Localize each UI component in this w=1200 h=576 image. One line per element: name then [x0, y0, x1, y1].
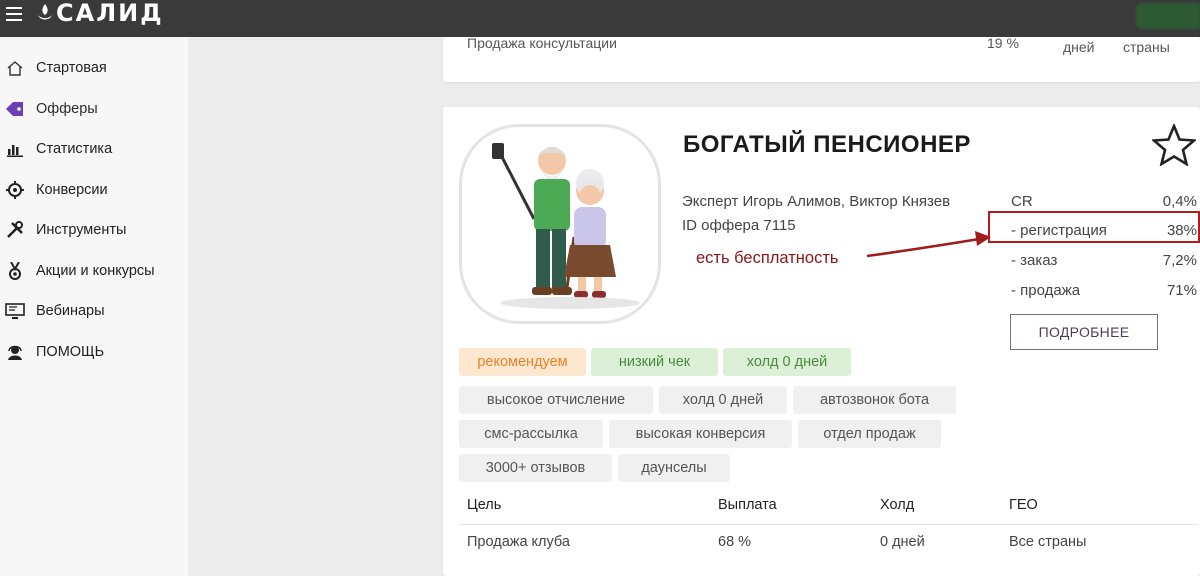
- stat-label: CR: [1011, 193, 1033, 210]
- stat-label: - регистрация: [1011, 222, 1107, 239]
- sidebar-item-statistics[interactable]: Статистика: [0, 131, 188, 167]
- top-right-button[interactable]: [1136, 3, 1200, 29]
- table-divider: [459, 524, 1198, 525]
- stat-value: 38%: [1166, 222, 1197, 239]
- sidebar-item-label: Стартовая: [36, 60, 107, 76]
- sidebar-item-label: Конверсии: [36, 182, 108, 198]
- table-cell-hold: 0 дней: [880, 534, 925, 550]
- logo-text: САЛИД: [56, 0, 164, 27]
- stat-label: - заказ: [1011, 252, 1058, 269]
- prev-hold: дней: [1063, 39, 1095, 55]
- offer-experts: Эксперт Игорь Алимов, Виктор Князев: [682, 193, 951, 210]
- sidebar-item-start[interactable]: Стартовая: [0, 50, 188, 86]
- sidebar-item-webinars[interactable]: Вебинары: [0, 293, 188, 329]
- sidebar-item-help[interactable]: ПОМОЩЬ: [0, 334, 188, 370]
- sidebar-item-label: Вебинары: [36, 303, 105, 319]
- offer-title[interactable]: БОГАТЫЙ ПЕНСИОНЕР: [683, 131, 971, 159]
- tag[interactable]: даунселы: [618, 454, 730, 482]
- tag[interactable]: холд 0 дней: [659, 386, 787, 414]
- home-icon: [4, 57, 26, 79]
- medal-icon: [4, 260, 26, 282]
- target-icon: [4, 179, 26, 201]
- top-bar: САЛИД: [0, 0, 1200, 37]
- sidebar-item-label: Инструменты: [36, 222, 127, 238]
- stat-row: CR 0,4%: [1011, 193, 1197, 210]
- support-icon: [4, 341, 26, 363]
- tag[interactable]: 3000+ отзывов: [459, 454, 612, 482]
- sidebar-item-promotions[interactable]: Акции и конкурсы: [0, 253, 188, 289]
- sidebar-item-label: Статистика: [36, 141, 113, 157]
- table-cell-geo: Все страны: [1009, 534, 1087, 550]
- menu-icon[interactable]: [6, 7, 22, 21]
- tag[interactable]: рекомендуем: [459, 348, 586, 376]
- sidebar: Стартовая Офферы Статистика Конверсии Ин…: [0, 37, 188, 576]
- tools-icon: [4, 219, 26, 241]
- tag[interactable]: смс-рассылка: [459, 420, 603, 448]
- offer-image[interactable]: [459, 124, 661, 324]
- tag[interactable]: высокое отчисление: [459, 386, 653, 414]
- offer-card: БОГАТЫЙ ПЕНСИОНЕР Эксперт Игорь Алимов, …: [443, 107, 1200, 576]
- stat-value: 71%: [1166, 282, 1197, 299]
- bar-chart-icon: [4, 138, 26, 160]
- sidebar-item-label: Акции и конкурсы: [36, 263, 155, 279]
- tag[interactable]: отдел продаж: [798, 420, 941, 448]
- table-cell-goal: Продажа клуба: [467, 534, 570, 550]
- table-header-goal: Цель: [467, 497, 502, 513]
- stat-row: - регистрация 38%: [1011, 222, 1197, 239]
- tag[interactable]: низкий чек: [591, 348, 718, 376]
- stat-value: 0,4%: [1162, 193, 1197, 210]
- table-header-hold: Холд: [880, 497, 915, 513]
- logo[interactable]: САЛИД: [36, 0, 164, 27]
- tag[interactable]: высокая конверсия: [609, 420, 792, 448]
- table-header-payout: Выплата: [718, 497, 777, 513]
- stat-row: - заказ 7,2%: [1011, 252, 1197, 269]
- elderly-couple-illustration: [492, 143, 640, 309]
- more-details-button[interactable]: ПОДРОБНЕЕ: [1010, 314, 1158, 350]
- stat-value: 7,2%: [1162, 252, 1197, 269]
- stat-row: - продажа 71%: [1011, 282, 1197, 299]
- annotation-text: есть бесплатность: [696, 249, 839, 267]
- tag-icon: [4, 98, 26, 120]
- table-cell-payout: 68 %: [718, 534, 752, 550]
- tag[interactable]: автозвонок бота: [793, 386, 956, 414]
- sidebar-item-label: Офферы: [36, 101, 98, 117]
- stat-label: - продажа: [1011, 282, 1081, 299]
- offer-card-previous: Продажа консультации 19 % дней страны: [443, 35, 1200, 82]
- sidebar-item-conversions[interactable]: Конверсии: [0, 172, 188, 208]
- prev-geo: страны: [1123, 39, 1170, 55]
- sidebar-item-label: ПОМОЩЬ: [36, 344, 105, 360]
- prev-goal: Продажа консультации: [467, 35, 617, 51]
- sidebar-item-offers[interactable]: Офферы: [0, 91, 188, 127]
- sidebar-item-tools[interactable]: Инструменты: [0, 212, 188, 248]
- prev-payout: 19 %: [987, 35, 1019, 51]
- tag[interactable]: холд 0 дней: [723, 348, 851, 376]
- monitor-icon: [4, 300, 26, 322]
- star-icon[interactable]: [1152, 124, 1196, 166]
- table-header-geo: ГЕО: [1009, 497, 1038, 513]
- logo-mark-icon: [38, 4, 52, 20]
